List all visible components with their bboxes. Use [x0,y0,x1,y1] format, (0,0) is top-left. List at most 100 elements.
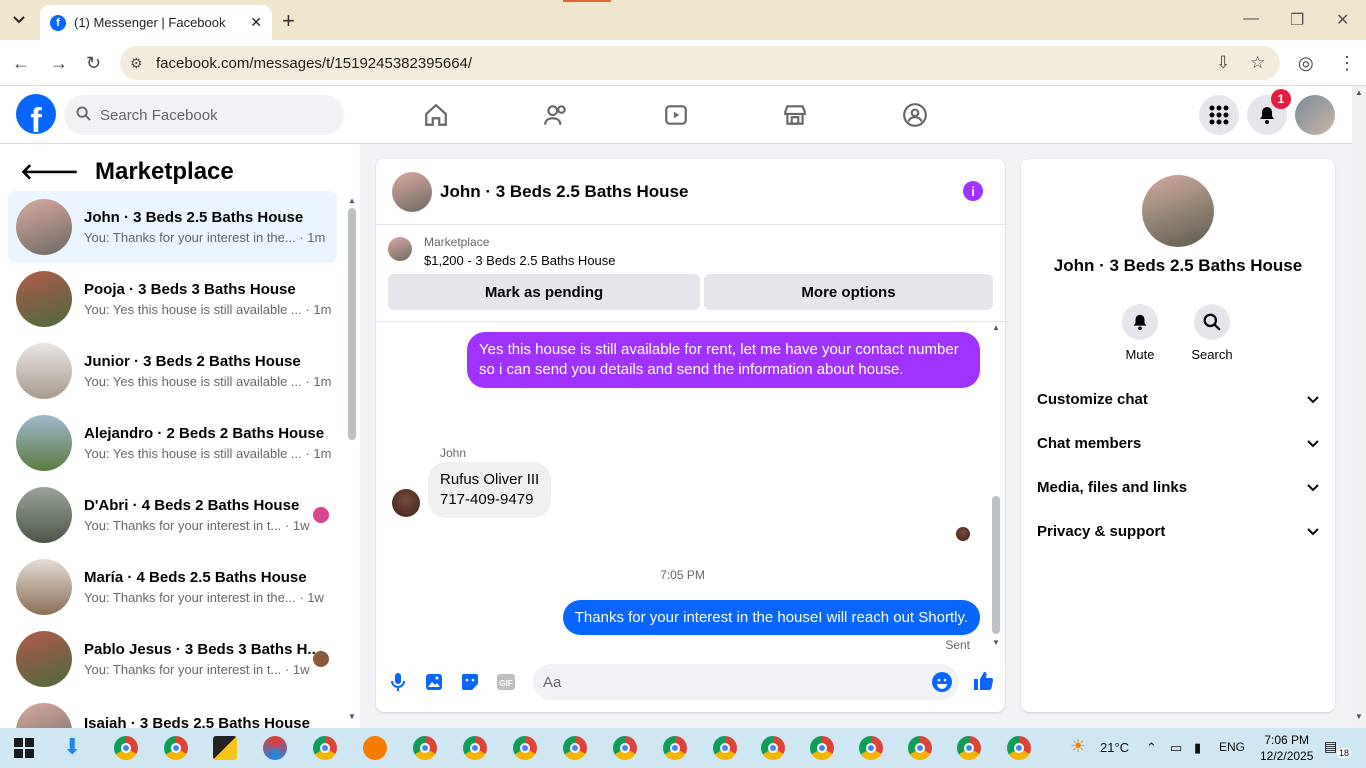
clock[interactable]: 7:06 PM 12/2/2025 [1260,732,1313,764]
chrome-icon[interactable] [513,736,537,760]
scroll-thumb[interactable] [992,496,1000,634]
customize-chat-section[interactable]: Customize chat [1037,391,1319,408]
account-avatar[interactable] [1295,95,1335,135]
bookmark-star-icon[interactable]: ☆ [1250,53,1265,73]
tab-search-button[interactable] [6,8,32,32]
chat-avatar[interactable] [392,171,432,212]
privacy-support-section[interactable]: Privacy & support [1037,523,1319,540]
mark-as-pending-button[interactable]: Mark as pending [388,274,700,310]
conversation-name: Pablo Jesus · 3 Beds 3 Baths H... [84,641,320,658]
minimize-icon[interactable]: — [1243,10,1259,28]
photo-icon[interactable] [423,671,445,693]
chrome-icon[interactable] [859,736,883,760]
microphone-icon[interactable] [387,671,409,693]
temperature[interactable]: 21°C [1100,740,1129,755]
listing-summary[interactable]: Marketplace $1,200 - 3 Beds 2.5 Baths Ho… [388,235,616,268]
mute-button[interactable]: Mute [1110,304,1170,362]
media-files-links-section[interactable]: Media, files and links [1037,479,1319,496]
new-tab-button[interactable]: + [282,8,295,34]
install-app-icon[interactable]: ⇩ [1216,53,1230,73]
menu-grid-button[interactable] [1199,95,1239,135]
marketplace-icon[interactable] [780,100,810,130]
reload-icon[interactable]: ↻ [86,53,101,74]
conversation-item[interactable]: Pooja · 3 Beds 3 Baths House You: Yes th… [8,263,337,335]
left-scrollbar[interactable]: ▲ ▼ [347,194,357,724]
scroll-thumb[interactable] [348,208,356,440]
input-language[interactable]: ENG [1219,740,1245,754]
window-close-icon[interactable]: ✕ [1336,10,1349,30]
home-icon[interactable] [421,100,451,130]
sticker-icon[interactable] [459,671,481,693]
chrome-icon[interactable] [908,736,932,760]
restore-icon[interactable]: ❐ [1290,10,1304,30]
conversation-item[interactable]: Alejandro · 2 Beds 2 Baths House You: Ye… [8,407,337,479]
conversation-snippet: You: Thanks for your interest in the... [84,590,296,605]
chrome-icon[interactable] [663,736,687,760]
incoming-message[interactable]: Rufus Oliver III 717-409-9479 [428,462,552,518]
message-input[interactable]: Aa [533,664,959,700]
sticky-notes-icon[interactable] [213,736,237,760]
sender-name: John [440,446,467,460]
conversation-avatar[interactable] [1142,175,1214,247]
info-icon[interactable]: i [963,181,983,201]
groups-icon[interactable] [900,100,930,130]
tray-chevron-icon[interactable]: ⌃ [1146,740,1157,756]
app-icon[interactable] [263,736,287,760]
menu-kebab-icon[interactable]: ⋮ [1338,53,1356,74]
chrome-icon[interactable] [1007,736,1031,760]
conversation-item[interactable]: D'Abri · 4 Beds 2 Baths House You: Thank… [8,479,337,551]
outgoing-message[interactable]: Yes this house is still available for re… [467,332,980,388]
back-arrow-icon[interactable]: 🡐 [20,159,79,185]
chrome-icon[interactable] [313,736,337,760]
weather-icon[interactable]: ☀ [1070,736,1086,757]
close-icon[interactable]: ✕ [250,14,262,31]
back-arrow-icon[interactable]: ← [12,53,30,74]
facebook-logo-icon[interactable]: f [16,94,56,134]
url-field[interactable]: ⚙ facebook.com/messages/t/15192453823956… [120,46,1280,80]
search-in-conversation-button[interactable]: Search [1182,304,1242,362]
network-icon[interactable]: ▭ [1170,740,1182,756]
video-icon[interactable] [661,100,691,130]
emoji-icon[interactable] [931,671,953,697]
chrome-icon[interactable] [563,736,587,760]
chrome-icon[interactable] [761,736,785,760]
chrome-icon[interactable] [164,736,188,760]
incoming-message-line: 717-409-9479 [440,491,534,508]
more-options-button[interactable]: More options [704,274,993,310]
profile-icon[interactable]: ◎ [1298,53,1314,74]
chat-members-section[interactable]: Chat members [1037,435,1319,452]
facebook-search-input[interactable]: Search Facebook [64,95,344,135]
site-info-icon[interactable]: ⚙ [130,55,143,72]
conversation-snippet: You: Thanks for your interest in the... [84,230,296,245]
conversation-item[interactable]: Junior · 3 Beds 2 Baths House You: Yes t… [8,335,337,407]
chrome-icon[interactable] [810,736,834,760]
conversation-snippet: You: Yes this house is still available .… [84,302,302,317]
tab-messenger[interactable]: f (1) Messenger | Facebook ✕ [40,5,272,40]
forward-arrow-icon[interactable]: → [50,53,68,74]
thumbs-up-icon[interactable] [971,670,995,692]
download-icon[interactable]: ⬇ [63,734,81,760]
battery-icon[interactable]: ▮ [1194,740,1201,756]
conversation-item[interactable]: María · 4 Beds 2.5 Baths House You: Than… [8,551,337,623]
chrome-icon[interactable] [463,736,487,760]
chrome-icon[interactable] [114,736,138,760]
chat-title[interactable]: John · 3 Beds 2.5 Baths House [440,182,688,202]
sender-avatar[interactable] [392,489,420,517]
notification-center-icon[interactable]: ▤ [1324,738,1337,755]
gif-icon[interactable]: GIF [495,671,517,693]
chrome-icon[interactable] [713,736,737,760]
outgoing-message[interactable]: Thanks for your interest in the houseI w… [562,600,980,635]
conversation-item[interactable]: John · 3 Beds 2.5 Baths House You: Thank… [8,191,337,263]
windows-start-icon[interactable] [14,738,34,763]
chat-scrollbar[interactable]: ▲ ▼ [991,322,1001,652]
listing-title: $1,200 - 3 Beds 2.5 Baths House [424,253,616,268]
chrome-icon[interactable] [957,736,981,760]
chrome-icon[interactable] [413,736,437,760]
reader-avatar [313,507,329,523]
conversation-list: John · 3 Beds 2.5 Baths House You: Thank… [0,191,345,735]
conversation-item[interactable]: Pablo Jesus · 3 Beds 3 Baths H... You: T… [8,623,337,695]
friends-icon[interactable] [541,100,571,130]
chrome-icon[interactable] [613,736,637,760]
browser-icon[interactable] [363,736,387,760]
page-scrollbar[interactable]: ▲ ▼ [1352,86,1366,728]
